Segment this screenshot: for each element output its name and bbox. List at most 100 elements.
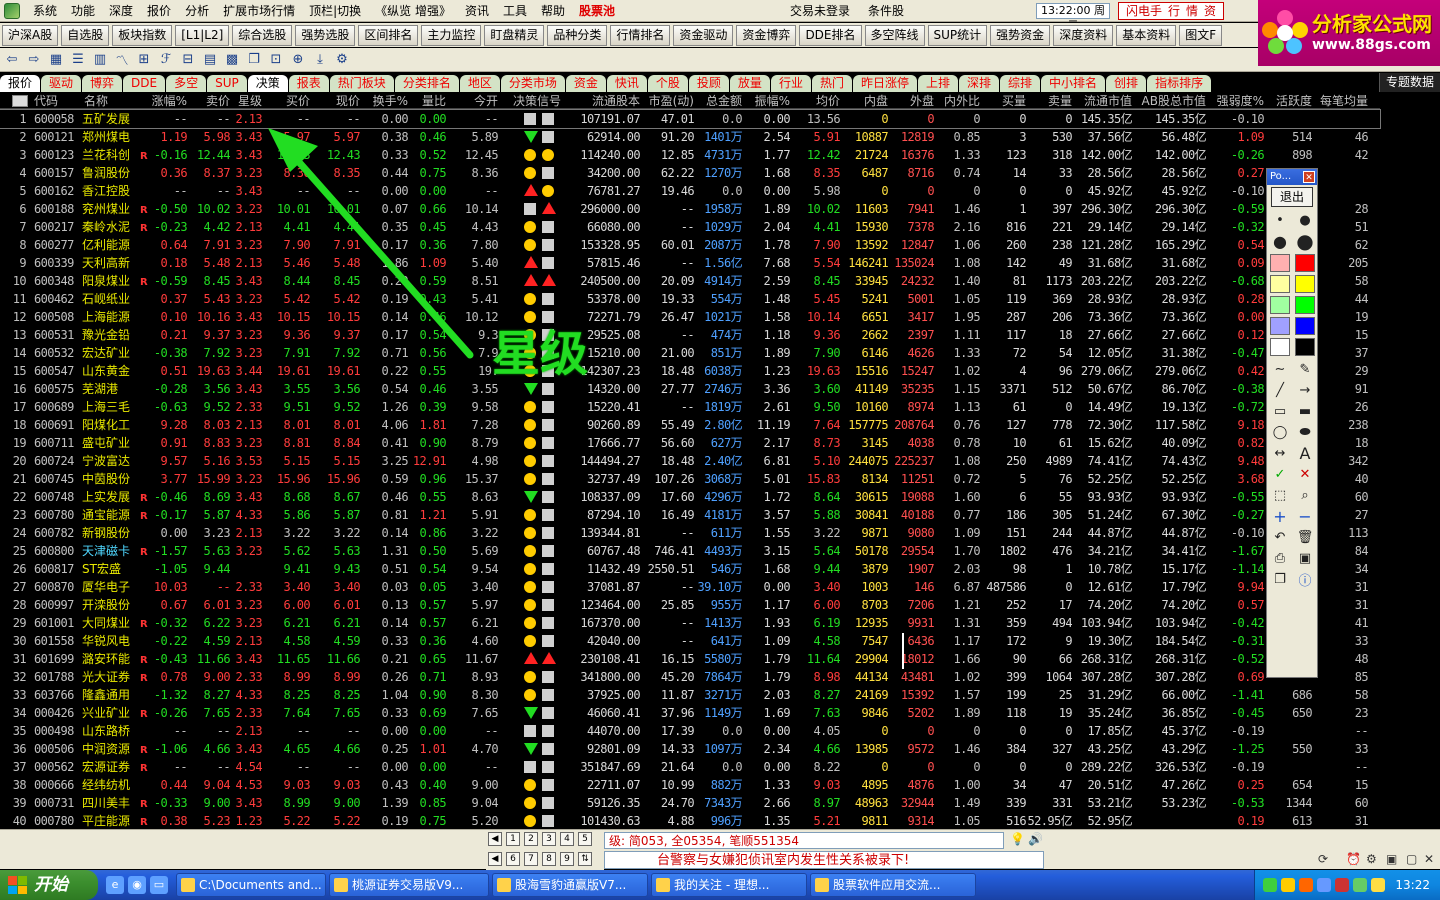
stock-name[interactable]: 光大证券 bbox=[82, 668, 140, 686]
folder-icon[interactable]: ▤ bbox=[200, 51, 220, 69]
table-row[interactable]: 5 600162 香江控股 -- -- 3.43 -- -- 0.00 0.00 -- 76781.2… bbox=[0, 182, 1380, 200]
column-header[interactable]: 决策信号 bbox=[504, 93, 570, 109]
table-row[interactable]: 32 601788 光大证券 R 0.78 9.00 2.33 8.99 8.99 0.26 0.7… bbox=[0, 668, 1380, 686]
stock-name[interactable]: 盛屯矿业 bbox=[82, 434, 140, 452]
network-icon[interactable] bbox=[1263, 878, 1278, 892]
column-header[interactable]: 今开 bbox=[450, 93, 498, 109]
column-header[interactable]: 买量 bbox=[980, 93, 1026, 109]
refresh-icon[interactable]: ⟳ bbox=[1318, 852, 1328, 866]
tab-item[interactable]: 创排 bbox=[1106, 75, 1147, 92]
stock-name[interactable]: 大同煤业 bbox=[82, 614, 140, 632]
stock-name[interactable]: 宁波富达 bbox=[82, 452, 140, 470]
menu-item[interactable]: 帮助 bbox=[534, 0, 572, 22]
stock-name[interactable]: 中茵股份 bbox=[82, 470, 140, 488]
stock-code[interactable]: 600817 bbox=[34, 560, 78, 578]
flash-trade-button[interactable]: 闪电手 bbox=[1123, 3, 1165, 19]
page-5-button[interactable]: 5 bbox=[578, 832, 592, 846]
column-header[interactable]: 内外比 bbox=[934, 93, 980, 109]
table-row[interactable]: 22 600748 上实发展 R -0.46 8.69 3.43 8.68 8.67 0.46 0.… bbox=[0, 488, 1380, 506]
stock-code[interactable]: 600348 bbox=[34, 272, 78, 290]
stock-name[interactable]: 芜湖港 bbox=[82, 380, 140, 398]
table-row[interactable]: 25 600800 天津磁卡 R -1.57 5.63 3.23 5.62 5.63 1.31 0.… bbox=[0, 542, 1380, 560]
table-row[interactable]: 12 600508 上海能源 0.10 10.16 3.43 10.15 10.15 0.14 0… bbox=[0, 308, 1380, 326]
toolbar-button[interactable]: 行情排名 bbox=[610, 24, 671, 46]
menu-item[interactable]: 深度 bbox=[102, 0, 140, 22]
undo-icon[interactable]: ↶ bbox=[1268, 527, 1292, 547]
column-header[interactable]: 星级 bbox=[228, 93, 262, 109]
toolbar-button[interactable]: 板块指数 bbox=[112, 24, 173, 46]
stock-name[interactable]: 兰花科创 bbox=[82, 146, 140, 164]
tab-item[interactable]: 行业 bbox=[770, 75, 811, 92]
stock-code[interactable]: 600782 bbox=[34, 524, 78, 542]
filled-ellipse-icon[interactable]: ⬬ bbox=[1293, 422, 1317, 442]
menu-item[interactable]: 扩展市场行情 bbox=[216, 0, 302, 22]
tab-item[interactable]: 个股 bbox=[647, 75, 688, 92]
tab-item[interactable]: 热门 bbox=[811, 75, 852, 92]
nav-forward-icon[interactable]: ◀ bbox=[488, 852, 502, 866]
shield-icon[interactable] bbox=[1371, 878, 1386, 892]
stock-code[interactable]: 600058 bbox=[34, 110, 78, 128]
table-row[interactable]: 38 000666 经纬纺机 0.44 9.04 4.53 9.03 9.03 0.43 0.40… bbox=[0, 776, 1380, 794]
tab-item[interactable]: 中小排名 bbox=[1041, 75, 1106, 92]
arrow-tool-icon[interactable]: → bbox=[1293, 380, 1317, 400]
horizontal-line-icon[interactable]: ↔ bbox=[1268, 443, 1292, 463]
table-row[interactable]: 17 600689 上海三毛 -0.63 9.52 2.33 9.51 9.52 1.26 0.3… bbox=[0, 398, 1380, 416]
stock-name[interactable]: 亿利能源 bbox=[82, 236, 140, 254]
table-row[interactable]: 36 000506 中润资源 R -1.06 4.66 3.43 4.65 4.66 0.25 1.… bbox=[0, 740, 1380, 758]
info-button[interactable]: 资 bbox=[1201, 3, 1219, 19]
alarm-icon[interactable]: ⏰ bbox=[1346, 852, 1361, 866]
line-chart-icon[interactable]: 〽 bbox=[112, 51, 132, 69]
toolbar-button[interactable]: 基本资料 bbox=[1116, 24, 1177, 46]
color-swatch[interactable] bbox=[1293, 316, 1317, 336]
tab-item[interactable]: DDE bbox=[123, 75, 166, 92]
grid-icon[interactable]: ▦ bbox=[46, 51, 66, 69]
column-header[interactable]: 买价 bbox=[262, 93, 310, 109]
table-row[interactable]: 13 600531 豫光金铅 0.21 9.37 3.23 9.36 9.37 0.17 0.54… bbox=[0, 326, 1380, 344]
tab-item[interactable]: 上排 bbox=[917, 75, 958, 92]
taskbar-window[interactable]: 我的关注 - 理想... bbox=[651, 873, 807, 897]
stock-name[interactable]: 上实发展 bbox=[82, 488, 140, 506]
column-header[interactable]: 换手% bbox=[362, 93, 408, 109]
stock-code[interactable]: 600532 bbox=[34, 344, 78, 362]
tab-item[interactable]: 投顾 bbox=[688, 75, 729, 92]
indicator-icon[interactable]: ℱ bbox=[156, 51, 176, 69]
table-row[interactable]: 6 600188 兖州煤业 R -0.50 10.02 3.23 10.01 10.01 0.07… bbox=[0, 200, 1380, 218]
column-header[interactable]: 振幅% bbox=[742, 93, 790, 109]
toolbar-button[interactable]: SUP统计 bbox=[927, 24, 988, 46]
tab-item[interactable]: 资金 bbox=[565, 75, 606, 92]
stock-code[interactable]: 600575 bbox=[34, 380, 78, 398]
news-ticker[interactable]: 台警察与女嫌犯侦讯室内发生性关系被录下! bbox=[604, 851, 1044, 869]
stock-code[interactable]: 600689 bbox=[34, 398, 78, 416]
stock-code[interactable]: 600277 bbox=[34, 236, 78, 254]
stock-code[interactable]: 600547 bbox=[34, 362, 78, 380]
stock-code[interactable]: 600724 bbox=[34, 452, 78, 470]
toolbar-button[interactable]: DDE排名 bbox=[799, 24, 862, 46]
rect-tool-icon[interactable]: ▭ bbox=[1268, 401, 1292, 421]
stock-name[interactable]: 山东路桥 bbox=[82, 722, 140, 740]
toolbar-button[interactable]: 品种分类 bbox=[547, 24, 608, 46]
tab-item[interactable]: 深排 bbox=[959, 75, 1000, 92]
table-row[interactable]: 34 000426 兴业矿业 R -0.26 7.65 2.33 7.64 7.65 0.33 0.… bbox=[0, 704, 1380, 722]
stock-code[interactable]: 000666 bbox=[34, 776, 78, 794]
taskbar-window[interactable]: C:\Documents and... bbox=[176, 873, 326, 897]
filled-rect-icon[interactable]: ▬ bbox=[1293, 401, 1317, 421]
stock-name[interactable]: 天津磁卡 bbox=[82, 542, 140, 560]
stock-code[interactable]: 600748 bbox=[34, 488, 78, 506]
start-button[interactable]: 开始 bbox=[0, 870, 98, 900]
stock-code[interactable]: 000426 bbox=[34, 704, 78, 722]
stock-name[interactable]: 五矿发展 bbox=[82, 110, 140, 128]
media-icon[interactable]: ◉ bbox=[128, 876, 146, 894]
page-6-button[interactable]: 6 bbox=[506, 852, 520, 866]
dot-small-icon[interactable]: • bbox=[1268, 210, 1292, 230]
menu-item[interactable]: 报价 bbox=[140, 0, 178, 22]
table-row[interactable]: 26 600817 ST宏盛 -1.05 9.44 9.41 9.43 0.51 0.54 9.5… bbox=[0, 560, 1380, 578]
stock-name[interactable]: 厦华电子 bbox=[82, 578, 140, 596]
save-icon[interactable]: ▣ bbox=[1293, 548, 1317, 568]
stock-name[interactable]: ST宏盛 bbox=[82, 560, 140, 578]
menu-item[interactable]: 顶栏|切换 bbox=[302, 0, 368, 22]
qq-icon[interactable] bbox=[1299, 878, 1314, 892]
freehand-icon[interactable]: ∼ bbox=[1268, 359, 1292, 379]
tab-item[interactable]: 报表 bbox=[288, 75, 329, 92]
column-header[interactable]: 代码 bbox=[34, 93, 78, 109]
export-icon[interactable]: ⤓ bbox=[310, 51, 330, 69]
